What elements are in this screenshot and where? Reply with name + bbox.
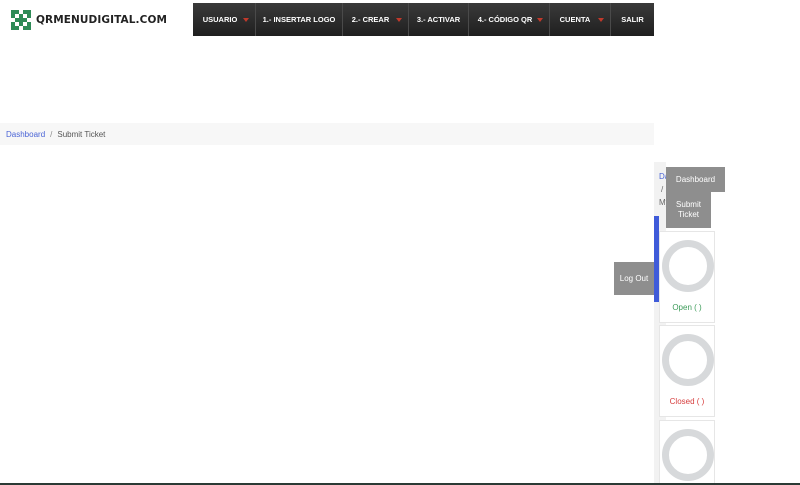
dashboard-button[interactable]: Dashboard	[666, 167, 725, 192]
ticket-card-closed[interactable]: Closed ( )	[659, 325, 715, 417]
chevron-down-icon	[537, 18, 543, 22]
nav-label: 4.- CÓDIGO QR	[477, 15, 533, 24]
nav-label: CUENTA	[559, 15, 591, 24]
logout-button[interactable]: Log Out	[614, 262, 654, 295]
nav-label: USUARIO	[202, 15, 238, 24]
submit-ticket-button[interactable]: Submit Ticket	[666, 192, 711, 228]
nav-item-activar[interactable]: 3.- ACTIVAR	[409, 3, 469, 36]
chevron-down-icon	[598, 18, 604, 22]
chevron-down-icon	[243, 18, 249, 22]
nav-item-codigo-qr[interactable]: 4.- CÓDIGO QR	[469, 3, 550, 36]
breadcrumb-current: Submit Ticket	[57, 129, 106, 139]
site-logo[interactable]: QRMENUDIGITAL.COM	[11, 10, 167, 30]
nav-label: SALIR	[621, 15, 644, 24]
nav-item-cuenta[interactable]: CUENTA	[550, 3, 611, 36]
ring-chart-icon	[662, 429, 714, 481]
nav-item-crear[interactable]: 2.- CREAR	[343, 3, 409, 36]
ticket-card-open[interactable]: Open ( )	[659, 231, 715, 323]
main-nav: USUARIO 1.- INSERTAR LOGO 2.- CREAR 3.- …	[193, 3, 654, 36]
breadcrumb-dashboard-link[interactable]: Dashboard	[6, 130, 45, 139]
logo-text: QRMENUDIGITAL.COM	[36, 14, 168, 26]
nav-label: 3.- ACTIVAR	[416, 15, 461, 24]
nav-item-usuario[interactable]: USUARIO	[193, 3, 256, 36]
card-label: Closed ( )	[669, 397, 705, 406]
ring-chart-icon	[662, 240, 714, 292]
nav-label: 1.- INSERTAR LOGO	[262, 15, 336, 24]
nav-item-insertar-logo[interactable]: 1.- INSERTAR LOGO	[256, 3, 343, 36]
chevron-down-icon	[396, 18, 402, 22]
qr-code-icon	[11, 10, 31, 30]
breadcrumb: Dashboard / Submit Ticket	[0, 123, 654, 145]
nav-label: 2.- CREAR	[351, 15, 390, 24]
ticket-card-other[interactable]	[659, 420, 715, 485]
ring-chart-icon	[662, 334, 714, 386]
card-label: Open ( )	[672, 303, 702, 312]
breadcrumb-separator: /	[50, 129, 53, 139]
nav-item-salir[interactable]: SALIR	[611, 3, 654, 36]
